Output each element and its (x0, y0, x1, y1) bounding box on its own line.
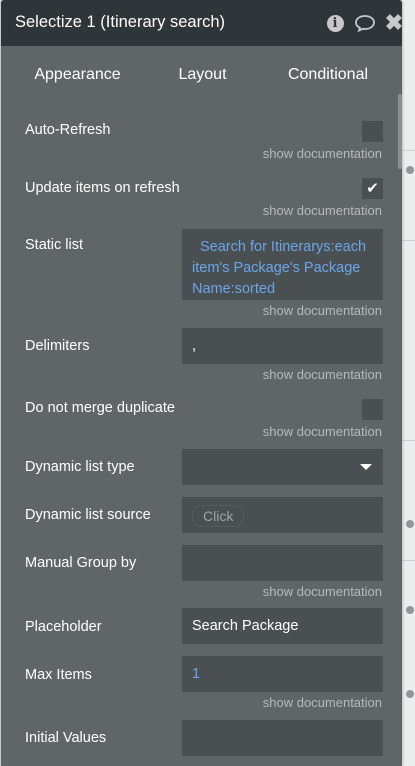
placeholder-label: Placeholder (25, 619, 102, 635)
delimiters-label: Delimiters (25, 338, 90, 354)
no-merge-label: Do not merge duplicate (25, 400, 175, 416)
dynamic-list-type-label: Dynamic list type (25, 459, 135, 475)
initial-values-input[interactable] (182, 720, 383, 756)
panel-scrollbar[interactable] (398, 94, 402, 169)
background-canvas (400, 0, 415, 766)
tab-bar: Appearance Layout Conditional (1, 46, 402, 94)
panel-title: Selectize 1 (Itinerary search) (15, 13, 225, 31)
close-icon[interactable]: ✖ (384, 12, 402, 34)
tab-appearance[interactable]: Appearance (15, 56, 140, 94)
update-items-checkbox[interactable]: ✔ (362, 178, 383, 199)
canvas-fragment (406, 166, 414, 174)
placeholder-input[interactable]: Search Package (182, 608, 383, 644)
auto-refresh-label: Auto-Refresh (25, 122, 111, 138)
manual-group-input[interactable] (182, 545, 383, 581)
manual-group-label: Manual Group by (25, 555, 137, 571)
tab-conditional[interactable]: Conditional (264, 56, 392, 94)
canvas-fragment (406, 606, 414, 614)
show-documentation-link[interactable]: show documentation (263, 203, 382, 218)
initial-values-label: Initial Values (25, 730, 107, 746)
dynamic-list-source-label: Dynamic list source (25, 507, 151, 523)
property-editor-panel: Selectize 1 (Itinerary search) i ✖ Appea… (1, 0, 402, 766)
info-icon[interactable]: i (324, 12, 346, 34)
tab-layout[interactable]: Layout (141, 56, 264, 94)
click-button[interactable]: Click (192, 505, 245, 527)
show-documentation-link[interactable]: show documentation (263, 695, 382, 710)
canvas-fragment (406, 690, 414, 698)
canvas-fragment (406, 520, 414, 528)
max-items-label: Max Items (25, 667, 92, 683)
show-documentation-link[interactable]: show documentation (263, 424, 382, 439)
checkmark-icon: ✔ (366, 180, 379, 197)
show-documentation-link[interactable]: show documentation (263, 303, 382, 318)
auto-refresh-checkbox[interactable] (362, 121, 383, 142)
comment-icon[interactable] (353, 12, 377, 34)
static-list-input[interactable]: Search for Itinerarys:each item's Packag… (182, 229, 383, 300)
dynamic-list-type-select[interactable] (182, 449, 383, 485)
chevron-down-icon (360, 464, 372, 470)
static-list-label: Static list (25, 237, 84, 253)
delimiters-input[interactable]: , (182, 328, 383, 364)
panel-titlebar[interactable]: Selectize 1 (Itinerary search) i ✖ (1, 0, 402, 46)
show-documentation-link[interactable]: show documentation (263, 146, 382, 161)
no-merge-checkbox[interactable] (362, 399, 383, 420)
max-items-input[interactable]: 1 (182, 656, 383, 692)
show-documentation-link[interactable]: show documentation (263, 584, 382, 599)
update-items-label: Update items on refresh (25, 180, 180, 196)
show-documentation-link[interactable]: show documentation (263, 367, 382, 382)
dynamic-list-source-field: Click (182, 497, 383, 533)
